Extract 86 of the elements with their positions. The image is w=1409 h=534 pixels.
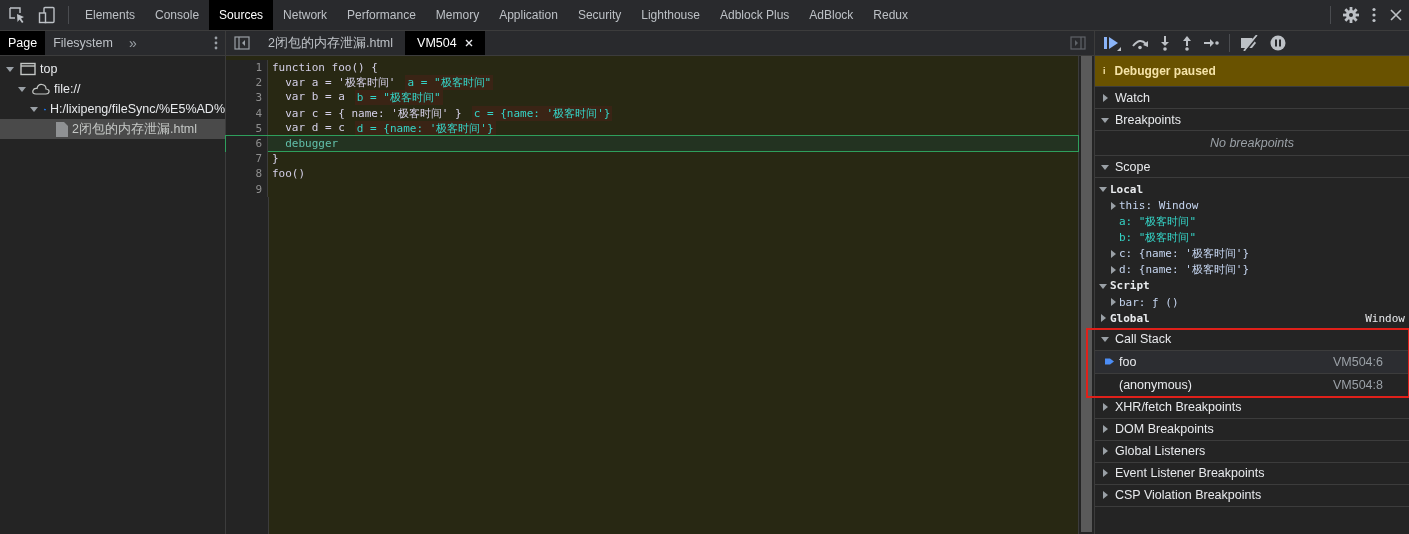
scope-group[interactable]: Global Window [1095, 310, 1409, 327]
expanded-arrow-icon[interactable] [30, 105, 38, 113]
expanded-arrow-icon[interactable] [1101, 115, 1109, 124]
more-options-icon[interactable] [1371, 7, 1377, 23]
panel-tab[interactable]: Adblock Plus [709, 0, 800, 30]
scope-variable[interactable]: this: Window [1119, 199, 1199, 212]
pause-on-exceptions-icon[interactable] [1270, 35, 1286, 51]
scope-variable[interactable]: bar: ƒ () [1119, 295, 1179, 309]
navigator-tab[interactable]: Page [0, 31, 46, 55]
collapsed-arrow-icon[interactable] [1101, 491, 1109, 499]
settings-icon[interactable] [1343, 7, 1359, 23]
collapsed-arrow-icon[interactable] [1101, 403, 1109, 411]
navigator-tab[interactable]: Filesystem [45, 31, 121, 55]
expanded-arrow-icon[interactable] [1101, 162, 1109, 171]
code-line: var a = '极客时间' [284, 75, 396, 91]
collapsed-arrow-icon[interactable] [1109, 201, 1117, 210]
more-options-icon[interactable] [213, 36, 219, 50]
scope-variable[interactable]: b: "极客时间" [1119, 230, 1197, 245]
line-number: 8 [226, 166, 268, 182]
line-number: 2 [226, 75, 268, 91]
line-number: 3 [226, 90, 268, 106]
toggle-navigator-icon[interactable] [234, 36, 250, 50]
panel-tab[interactable]: Application [489, 0, 568, 30]
file-tree-item[interactable]: file:// [0, 79, 225, 99]
panel-tab[interactable]: Security [567, 0, 632, 30]
editor-tab[interactable]: VM504 [405, 31, 485, 55]
line-number: 6 [226, 135, 268, 152]
editor-tab[interactable]: 2闭包的内存泄漏.html [256, 31, 406, 55]
file-tree-item[interactable]: H:/lixipeng/fileSync/%E5%AD% [0, 99, 225, 119]
scope-group[interactable]: Script [1095, 277, 1409, 294]
line-number: 1 [226, 60, 268, 76]
inspect-icon[interactable] [8, 6, 26, 24]
scope-group[interactable]: Local [1095, 181, 1409, 198]
device-toggle-icon[interactable] [38, 6, 56, 24]
code-line: } [272, 152, 279, 166]
collapsed-arrow-icon[interactable] [1101, 425, 1109, 433]
panel-tab[interactable]: Elements [75, 0, 146, 30]
inline-value: c = {name: '极客时间'} [471, 105, 613, 121]
step-out-icon[interactable] [1181, 35, 1193, 51]
scope-variable[interactable]: a: "极客时间" [1119, 214, 1197, 229]
step-into-icon[interactable] [1159, 35, 1171, 51]
scope-variable[interactable]: d: {name: '极客时间'} [1119, 262, 1250, 277]
paused-banner: i Debugger paused [1095, 56, 1409, 87]
call-frame[interactable]: foo VM504:6 [1095, 349, 1409, 373]
expanded-arrow-icon[interactable] [18, 85, 26, 93]
more-tabs-button[interactable]: » [120, 35, 145, 51]
code-line: function foo() { [272, 61, 378, 75]
file-tree-item[interactable]: top [0, 59, 225, 79]
inline-value: b = "极客时间" [354, 90, 443, 106]
inline-value: d = {name: '极客时间'} [354, 120, 496, 136]
frame-icon [20, 62, 36, 76]
close-icon[interactable] [1389, 8, 1403, 22]
panel-tab[interactable]: Performance [337, 0, 426, 30]
empty-message: No breakpoints [1095, 130, 1409, 155]
expanded-arrow-icon[interactable] [1099, 281, 1107, 290]
step-icon[interactable] [1203, 37, 1219, 49]
expanded-arrow-icon[interactable] [1099, 185, 1107, 194]
code-line: var d = c [284, 120, 345, 136]
code-line: var c = { name: '极客时间' } [284, 105, 462, 121]
panel-tab[interactable]: Lighthouse [631, 0, 710, 30]
file-tree-item[interactable]: 2闭包的内存泄漏.html [0, 119, 225, 139]
inline-value: a = "极客时间" [405, 75, 494, 91]
panel-tab[interactable]: Console [145, 0, 210, 30]
panel-tab[interactable]: Sources [209, 0, 274, 30]
resume-icon[interactable] [1103, 35, 1121, 51]
line-number: 7 [226, 151, 268, 167]
scope-variable[interactable]: c: {name: '极客时间'} [1119, 246, 1250, 261]
expanded-arrow-icon[interactable] [6, 65, 14, 73]
panel-tab[interactable]: Memory [425, 0, 490, 30]
scrollbar-thumb[interactable] [1081, 56, 1092, 532]
current-frame-icon [1104, 357, 1114, 366]
expanded-arrow-icon[interactable] [1101, 335, 1109, 343]
deactivate-breakpoints-icon[interactable] [1240, 35, 1260, 51]
code-line: var b = a [284, 90, 345, 106]
file-icon [56, 121, 68, 137]
call-frame[interactable]: (anonymous) VM504:8 [1095, 372, 1409, 396]
code-line: foo() [272, 167, 306, 181]
collapsed-arrow-icon[interactable] [1101, 469, 1109, 477]
code-line: debugger [284, 137, 339, 151]
collapsed-arrow-icon[interactable] [1101, 93, 1109, 102]
collapsed-arrow-icon[interactable] [1101, 447, 1109, 455]
toggle-debugger-icon[interactable] [1070, 36, 1086, 50]
panel-tab[interactable]: Redux [863, 0, 919, 30]
cloud-icon [32, 83, 50, 95]
panel-tab[interactable]: AdBlock [799, 0, 864, 30]
panel-tab[interactable]: Network [273, 0, 338, 30]
